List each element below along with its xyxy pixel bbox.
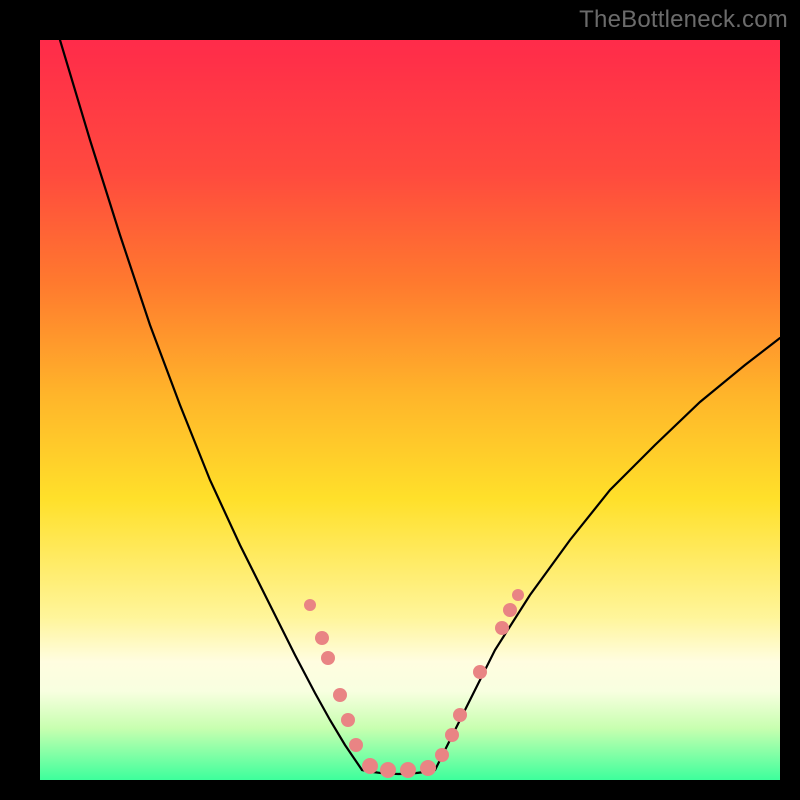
data-marker <box>503 603 517 617</box>
data-marker <box>473 665 487 679</box>
data-marker <box>333 688 347 702</box>
watermark-text: TheBottleneck.com <box>579 6 788 34</box>
curve-left-branch <box>60 40 362 770</box>
marker-group <box>304 589 524 778</box>
data-marker <box>400 762 416 778</box>
data-marker <box>362 758 378 774</box>
data-marker <box>445 728 459 742</box>
plot-area <box>40 40 780 780</box>
data-marker <box>304 599 316 611</box>
data-marker <box>420 760 436 776</box>
data-marker <box>495 621 509 635</box>
curve-right-branch <box>435 338 780 770</box>
data-marker <box>453 708 467 722</box>
data-marker <box>341 713 355 727</box>
data-marker <box>512 589 524 601</box>
data-marker <box>380 762 396 778</box>
curve-svg <box>40 40 780 780</box>
data-marker <box>315 631 329 645</box>
chart-frame: TheBottleneck.com <box>0 0 800 800</box>
data-marker <box>349 738 363 752</box>
data-marker <box>435 748 449 762</box>
data-marker <box>321 651 335 665</box>
